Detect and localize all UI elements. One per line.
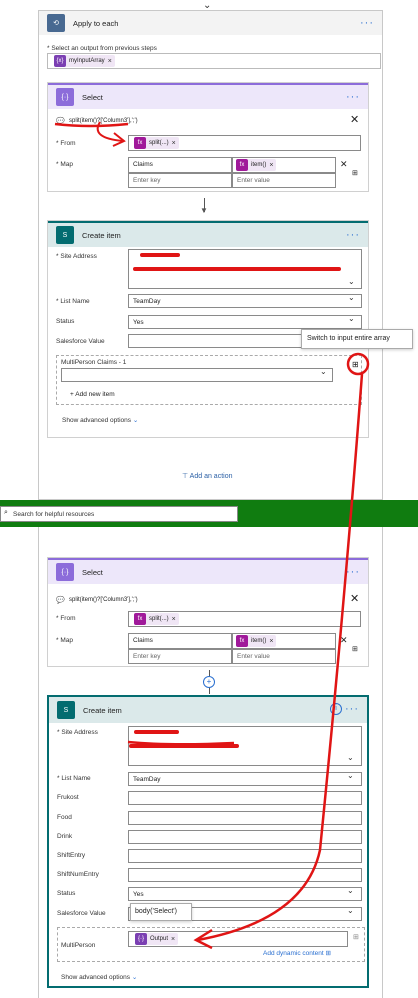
annotation-circle: [346, 352, 370, 376]
annotation-underline-2: [127, 740, 235, 746]
annotation-underline: [54, 122, 129, 128]
annotation-long-line: [197, 373, 364, 942]
annotation-overlay: [54, 121, 370, 950]
